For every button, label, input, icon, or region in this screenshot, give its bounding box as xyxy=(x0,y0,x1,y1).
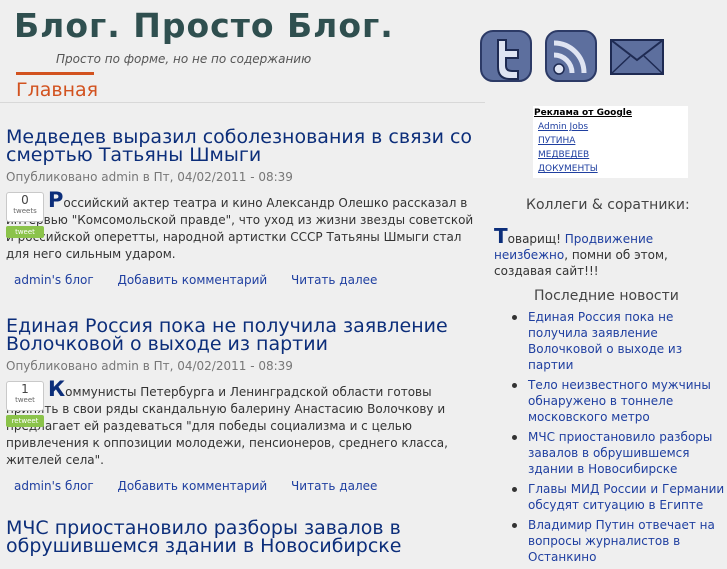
post-submitted-info: Опубликовано admin в Пт, 04/02/2011 - 08… xyxy=(6,359,293,373)
news-link[interactable]: Тело неизвестного мужчины обнаружено в т… xyxy=(528,378,711,424)
news-item: Владимир Путин отвечает на вопросы журна… xyxy=(510,517,727,565)
colleagues-pre: оварищ! xyxy=(507,232,565,246)
latest-news-title: Последние новости xyxy=(534,288,679,304)
post-item: МЧС приостановило разборы завалов в обру… xyxy=(6,519,476,556)
site-slogan: Просто по форме, но не по содержанию xyxy=(56,52,312,66)
nav-active-indicator xyxy=(16,72,94,75)
post-dropcap: Р xyxy=(48,188,64,212)
ad-link[interactable]: Admin Jobs xyxy=(533,120,688,134)
post-submitted-info: Опубликовано admin в Пт, 04/02/2011 - 08… xyxy=(6,170,293,184)
post-title[interactable]: МЧС приостановило разборы завалов в обру… xyxy=(6,519,476,556)
add-comment-link[interactable]: Добавить комментарий xyxy=(118,273,268,287)
tweet-count-unit: tweet xyxy=(15,396,35,404)
post-body-text: Российский актер театра и кино Александр… xyxy=(6,190,476,263)
read-more-link[interactable]: Читать далее xyxy=(291,273,377,287)
site-title[interactable]: Блог. Просто Блог. xyxy=(14,6,394,45)
post-title[interactable]: Медведев выразил соболезнования в связи … xyxy=(6,128,476,165)
google-ads-block: Реклама от Google Admin Jobs ПУТИНА МЕДВ… xyxy=(533,106,688,178)
news-item: Единая Россия пока не получила заявление… xyxy=(510,309,727,373)
news-link[interactable]: МЧС приостановило разборы завалов в обру… xyxy=(528,430,712,476)
tweet-count-box: 1 tweet xyxy=(6,381,44,411)
tweet-count-box: 0 tweets xyxy=(6,192,44,222)
post-links: admin's блог Добавить комментарий Читать… xyxy=(6,479,476,493)
tweet-count-unit: tweets xyxy=(13,207,37,215)
tweet-widget: 0 tweets tweet xyxy=(6,192,44,238)
add-comment-link[interactable]: Добавить комментарий xyxy=(118,479,268,493)
news-link[interactable]: Главы МИД России и Германии обсудят ситу… xyxy=(528,482,724,512)
twitter-icon[interactable] xyxy=(478,28,534,84)
post-dropcap: К xyxy=(48,377,66,401)
nav-divider xyxy=(0,102,485,103)
post-text: оммунисты Петербурга и Ленинградской обл… xyxy=(6,385,448,467)
author-blog-link[interactable]: admin's блог xyxy=(14,273,94,287)
nav-home-link[interactable]: Главная xyxy=(16,79,98,101)
post-body: 0 tweets tweet Российский актер театра и… xyxy=(6,190,476,263)
ad-link[interactable]: ДОКУМЕНТЫ xyxy=(533,162,688,176)
ad-link[interactable]: ПУТИНА xyxy=(533,134,688,148)
post-body-text: Коммунисты Петербурга и Ленинградской об… xyxy=(6,379,476,469)
rss-icon[interactable] xyxy=(543,28,599,84)
post-text: оссийский актер театра и кино Александр … xyxy=(6,196,474,261)
colleagues-text: Товарищ! Продвижение неизбежно, помни об… xyxy=(494,226,727,279)
colleagues-title: Коллеги & соратники: xyxy=(526,197,690,213)
author-blog-link[interactable]: admin's блог xyxy=(14,479,94,493)
news-item: МЧС приостановило разборы завалов в обру… xyxy=(510,429,727,477)
ad-link[interactable]: МЕДВЕДЕВ xyxy=(533,148,688,162)
post-title[interactable]: Единая Россия пока не получила заявление… xyxy=(6,317,476,354)
post-item: Медведев выразил соболезнования в связи … xyxy=(6,128,476,287)
tweet-button[interactable]: tweet xyxy=(6,226,44,238)
news-item: Главы МИД России и Германии обсудят ситу… xyxy=(510,481,727,513)
tweet-count: 1 xyxy=(21,382,29,396)
ads-heading[interactable]: Реклама от Google xyxy=(533,106,688,120)
post-item: Единая Россия пока не получила заявление… xyxy=(6,317,476,493)
news-item: Тело неизвестного мужчины обнаружено в т… xyxy=(510,377,727,425)
post-links: admin's блог Добавить комментарий Читать… xyxy=(6,273,476,287)
read-more-link[interactable]: Читать далее xyxy=(291,479,377,493)
retweet-button[interactable]: retweet xyxy=(6,415,44,427)
mail-icon[interactable] xyxy=(608,28,666,84)
tweet-widget: 1 tweet retweet xyxy=(6,381,44,427)
latest-news-list: Единая Россия пока не получила заявление… xyxy=(510,309,727,569)
news-link[interactable]: Владимир Путин отвечает на вопросы журна… xyxy=(528,518,715,564)
post-body: 1 tweet retweet Коммунисты Петербурга и … xyxy=(6,379,476,469)
colleagues-dropcap: Т xyxy=(494,224,508,248)
news-link[interactable]: Единая Россия пока не получила заявление… xyxy=(528,310,682,372)
tweet-count: 0 xyxy=(21,193,29,207)
